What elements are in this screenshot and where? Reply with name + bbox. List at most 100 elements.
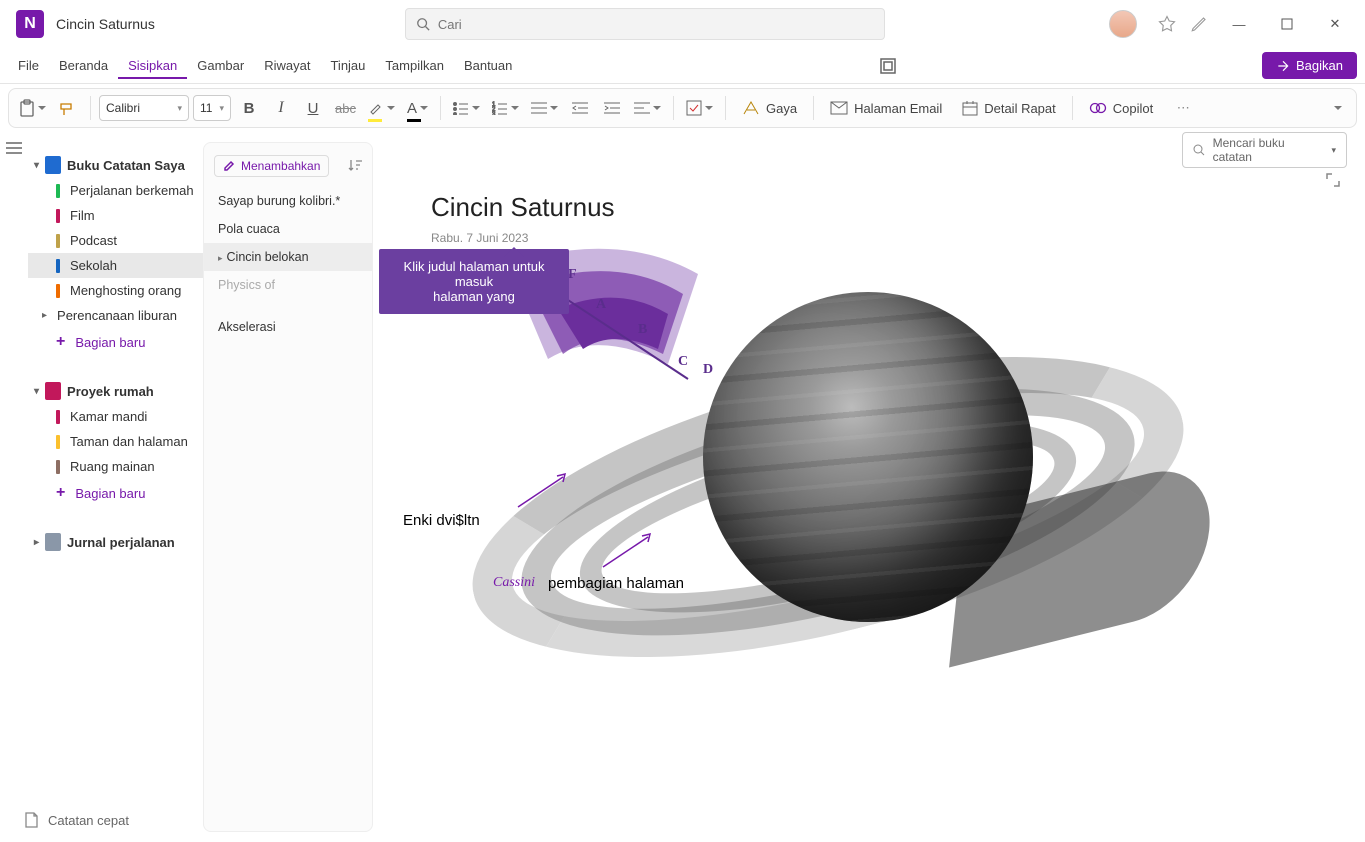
menu-file[interactable]: File [8,52,49,79]
format-painter-button[interactable] [54,94,82,122]
add-section-button[interactable]: +Bagian baru [28,479,203,507]
planet-saturn [703,292,1033,622]
search-icon [416,17,430,31]
meeting-details-button[interactable]: Detail Rapat [954,100,1064,116]
page-item-selected[interactable]: ▸Cincin belokan [204,243,372,271]
plus-icon: + [56,484,65,502]
nav-toggle-button[interactable] [0,132,28,842]
page-title[interactable]: Cincin Saturnus [431,192,1345,223]
highlight-button[interactable] [364,94,399,122]
close-button[interactable]: ✕ [1313,8,1357,40]
menu-home[interactable]: Beranda [49,52,118,79]
styles-button[interactable]: Gaya [734,100,805,116]
notebook-icon [45,382,61,400]
annotation-cassini: pembagian halaman [548,575,684,592]
font-size-select[interactable]: 11▾ [193,95,231,121]
svg-text:3: 3 [492,112,496,115]
page-item[interactable] [204,299,372,313]
section-item-selected[interactable]: Sekolah [28,253,203,278]
copilot-icon [1089,99,1107,117]
page-item[interactable]: Akselerasi [204,313,372,341]
paste-button[interactable] [15,94,50,122]
add-page-button[interactable]: Menambahkan [214,155,329,177]
premium-icon[interactable] [1153,10,1181,38]
menu-review[interactable]: Tinjau [320,52,375,79]
menu-help[interactable]: Bantuan [454,52,522,79]
bullets-button[interactable] [449,94,484,122]
copilot-button[interactable]: Copilot [1081,99,1161,117]
line-spacing-button[interactable] [527,94,562,122]
coach-tooltip: Klik judul halaman untuk masuk halaman y… [379,249,569,314]
edit-icon [223,160,235,172]
align-button[interactable] [630,94,665,122]
email-page-button[interactable]: Halaman Email [822,101,950,116]
page-item[interactable]: Physics of [204,271,372,299]
ribbon-expand-button[interactable] [1322,94,1350,122]
notebook-name: Buku Catatan Saya [67,158,185,173]
window-title: Cincin Saturnus [56,16,155,32]
notebook-icon [45,533,61,551]
section-item[interactable]: Taman dan halaman [28,429,203,454]
section-item[interactable]: ▸Perencanaan liburan [28,303,203,328]
share-label: Bagikan [1296,58,1343,73]
mail-icon [830,101,848,115]
plus-icon: + [56,333,65,351]
page-item[interactable]: Sayap burung kolibri.* [204,187,372,215]
section-item[interactable]: Ruang mainan [28,454,203,479]
outdent-button[interactable] [566,94,594,122]
notebook-header-1[interactable]: ▾ Buku Catatan Saya [28,152,203,178]
expand-canvas-button[interactable] [1325,172,1341,191]
section-item[interactable]: Film [28,203,203,228]
ring-label-a: A [596,297,606,313]
chevron-right-icon: ▸ [218,253,223,263]
notebook-search[interactable]: Mencari buku catatan ▾ [1182,132,1347,168]
share-button[interactable]: Bagikan [1262,52,1357,79]
menu-bar: File Beranda Sisipkan Gambar Riwayat Tin… [0,48,1365,84]
ring-label-d: D [703,362,713,378]
section-item[interactable]: Podcast [28,228,203,253]
fullscreen-icon[interactable] [874,52,902,80]
ribbon-toolbar: Calibri▾ 11▾ B I U abc A 123 Gaya Halama… [8,88,1357,128]
notebook-header-3[interactable]: ▸ Jurnal perjalanan [28,529,203,555]
italic-button[interactable]: I [267,94,295,122]
draw-mode-icon[interactable] [1185,10,1213,38]
page-item[interactable]: Pola cuaca [204,215,372,243]
chevron-down-icon: ▾ [34,386,39,397]
font-name-select[interactable]: Calibri▾ [99,95,189,121]
title-bar: N Cincin Saturnus ― ✕ [0,0,1365,48]
user-avatar[interactable] [1109,10,1137,38]
notebook-sidebar: ▾ Buku Catatan Saya Perjalanan berkemah … [28,132,203,842]
maximize-button[interactable] [1265,8,1309,40]
section-item[interactable]: Perjalanan berkemah [28,178,203,203]
minimize-button[interactable]: ― [1217,8,1261,40]
saturn-illustration: G F A B C D Enki dvi$ltn Cassini pembagi… [433,262,1213,742]
font-color-button[interactable]: A [403,94,432,122]
menu-view[interactable]: Tampilkan [375,52,454,79]
numbering-button[interactable]: 123 [488,94,523,122]
underline-button[interactable]: U [299,94,327,122]
global-search[interactable] [405,8,885,40]
menu-history[interactable]: Riwayat [254,52,320,79]
annotation-enki: Enki dvi$ltn [403,512,480,529]
notebook-header-2[interactable]: ▾ Proyek rumah [28,378,203,404]
styles-icon [742,100,760,116]
ring-label-f: F [568,267,577,283]
section-item[interactable]: Menghosting orang [28,278,203,303]
quick-notes-button[interactable]: Catatan cepat [24,812,129,828]
strikethrough-button[interactable]: abc [331,94,360,122]
sort-button[interactable] [348,158,362,175]
bold-button[interactable]: B [235,94,263,122]
notebook-name: Jurnal perjalanan [67,535,175,550]
calendar-icon [962,100,978,116]
search-input[interactable] [438,17,874,32]
add-section-button[interactable]: +Bagian baru [28,328,203,356]
menu-image[interactable]: Gambar [187,52,254,79]
todo-tag-button[interactable] [682,94,717,122]
annotation-cassini-hand: Cassini [493,575,535,591]
chevron-right-icon: ▸ [34,537,39,548]
chevron-right-icon: ▸ [42,310,47,321]
more-button[interactable]: ⋯ [1169,94,1197,122]
menu-insert[interactable]: Sisipkan [118,52,187,79]
indent-button[interactable] [598,94,626,122]
section-item[interactable]: Kamar mandi [28,404,203,429]
